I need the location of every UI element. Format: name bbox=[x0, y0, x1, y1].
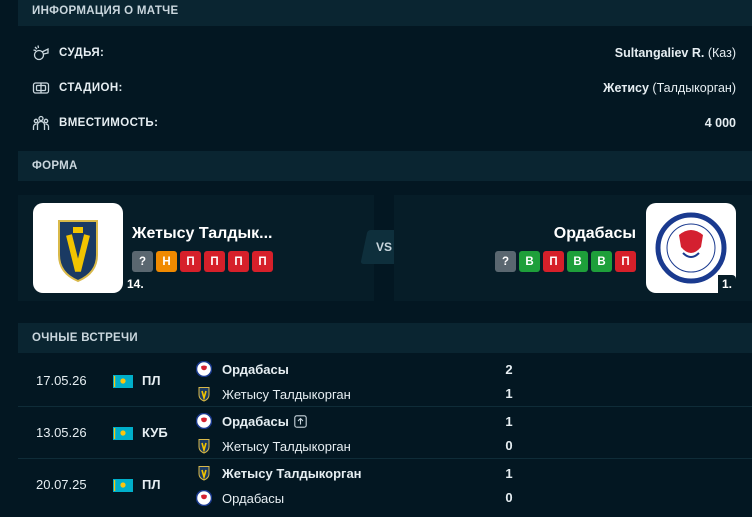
referee-value: Sultangaliev R. (Каз) bbox=[614, 46, 736, 60]
referee-row: СУДЬЯ: Sultangaliev R. (Каз) bbox=[32, 43, 736, 63]
stadium-row: СТАДИОН: Жетису (Талдыкорган) bbox=[32, 78, 736, 98]
home-team-name[interactable]: Жетысу Талдык... bbox=[132, 225, 273, 243]
team-logo-icon bbox=[196, 465, 212, 481]
score-team-2: 1 bbox=[505, 386, 513, 401]
team-logo-icon bbox=[196, 413, 212, 429]
match-date: 13.05.26 bbox=[36, 425, 87, 440]
team-2-name: Жетысу Талдыкорган bbox=[222, 438, 351, 454]
h2h-header: ОЧНЫЕ ВСТРЕЧИ bbox=[18, 323, 752, 353]
score-team-1: 1 bbox=[505, 414, 513, 429]
away-form-result-4[interactable]: В bbox=[591, 251, 612, 272]
team-2-name: Жетысу Талдыкорган bbox=[222, 386, 351, 402]
crowd-icon bbox=[32, 114, 50, 132]
score-team-1: 2 bbox=[505, 362, 513, 377]
competition-label: ПЛ bbox=[142, 477, 161, 492]
team-1-name: Ордабасы bbox=[222, 361, 289, 377]
match-team-2: Жетысу Талдыкорган bbox=[196, 384, 351, 404]
stadium-icon bbox=[32, 79, 50, 97]
kazakhstan-flag-icon bbox=[113, 375, 133, 388]
away-form-result-1[interactable]: В bbox=[519, 251, 540, 272]
match-team-1: Жетысу Талдыкорган bbox=[196, 463, 362, 483]
competition-label: КУБ bbox=[142, 425, 168, 440]
away-form-row: ? В П В В П bbox=[495, 251, 636, 272]
team-1-name: Жетысу Талдыкорган bbox=[222, 465, 362, 481]
home-form-result-3[interactable]: П bbox=[204, 251, 225, 272]
home-team-rank: 14. bbox=[123, 275, 148, 293]
home-form-result-5[interactable]: П bbox=[252, 251, 273, 272]
home-form-row: ? Н П П П П bbox=[132, 251, 273, 272]
kazakhstan-flag-icon bbox=[113, 427, 133, 440]
team-2-name: Ордабасы bbox=[222, 490, 285, 506]
stadium-value: Жетису (Талдыкорган) bbox=[603, 81, 736, 95]
home-form-result-4[interactable]: П bbox=[228, 251, 249, 272]
capacity-label: ВМЕСТИМОСТЬ: bbox=[59, 117, 159, 129]
away-form-result-3[interactable]: В bbox=[567, 251, 588, 272]
away-team-card[interactable]: 1. Ордабасы ? В П В В П bbox=[394, 195, 752, 301]
score-team-2: 0 bbox=[505, 490, 513, 505]
match-team-2: Жетысу Талдыкорган bbox=[196, 436, 351, 456]
home-form-result-0[interactable]: ? bbox=[132, 251, 153, 272]
team-logo-icon bbox=[196, 438, 212, 454]
capacity-value: 4 000 bbox=[704, 116, 736, 130]
kazakhstan-flag-icon bbox=[113, 479, 133, 492]
team-logo-icon bbox=[196, 386, 212, 402]
team-logo-icon bbox=[196, 361, 212, 377]
team-logo-icon bbox=[196, 490, 212, 506]
score-team-2: 0 bbox=[505, 438, 513, 453]
match-info-header: ИНФОРМАЦИЯ О МАТЧЕ bbox=[18, 0, 752, 26]
whistle-icon bbox=[32, 44, 50, 62]
match-date: 20.07.25 bbox=[36, 477, 87, 492]
score-team-1: 1 bbox=[505, 466, 513, 481]
match-team-2: Ордабасы bbox=[196, 488, 284, 508]
away-team-logo: 1. bbox=[646, 203, 736, 293]
match-date: 17.05.26 bbox=[36, 373, 87, 388]
referee-label: СУДЬЯ: bbox=[59, 47, 105, 59]
team-1-name: Ордабасы bbox=[222, 413, 289, 429]
away-form-result-5[interactable]: П bbox=[615, 251, 636, 272]
away-form-result-0[interactable]: ? bbox=[495, 251, 516, 272]
home-form-result-2[interactable]: П bbox=[180, 251, 201, 272]
home-form-result-1[interactable]: Н bbox=[156, 251, 177, 272]
away-team-name[interactable]: Ордабасы bbox=[554, 225, 636, 243]
h2h-match-row[interactable]: 13.05.26 КУБ Ордабасы Жетысу Талдыкорган 1 0 bbox=[18, 407, 752, 459]
h2h-match-row[interactable]: 17.05.26 ПЛ Ордабасы Жетысу Талдыкорган 2 1 bbox=[18, 355, 752, 407]
stadium-label: СТАДИОН: bbox=[59, 82, 123, 94]
h2h-match-row[interactable]: 20.07.25 ПЛ Жетысу Талдыкорган Ордабасы 1 0 bbox=[18, 459, 752, 511]
advance-icon bbox=[294, 414, 307, 428]
home-team-logo: 14. bbox=[33, 203, 148, 293]
home-team-card[interactable]: 14. Жетысу Талдык... ? Н П П П П bbox=[18, 195, 374, 301]
match-team-1: Ордабасы bbox=[196, 411, 307, 431]
form-header: ФОРМА bbox=[18, 151, 752, 181]
match-team-1: Ордабасы bbox=[196, 359, 289, 379]
away-team-rank: 1. bbox=[717, 275, 736, 293]
away-form-result-2[interactable]: П bbox=[543, 251, 564, 272]
competition-label: ПЛ bbox=[142, 373, 161, 388]
capacity-row: ВМЕСТИМОСТЬ: 4 000 bbox=[32, 113, 736, 133]
